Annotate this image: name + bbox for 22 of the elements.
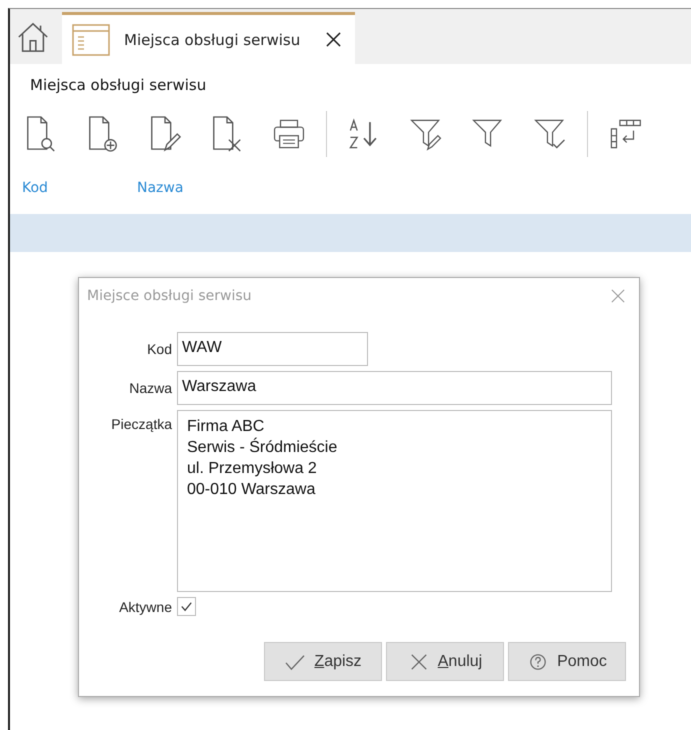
column-header[interactable]: Kod <box>22 180 48 196</box>
page-title: Miejsca obsługi serwisu <box>30 76 208 94</box>
tab[interactable]: Miejsca obsługi serwisu <box>62 12 356 64</box>
text-area[interactable]: Firma ABC Serwis - Śródmieście ul. Przemysłowa 2 00-010 Warszawa <box>177 410 612 592</box>
close-icon[interactable] <box>326 32 342 47</box>
field-label: Kod <box>146 341 172 357</box>
document-list-icon <box>72 24 110 56</box>
checkbox[interactable] <box>177 597 196 616</box>
document-edit-icon[interactable] <box>148 115 182 153</box>
home-icon[interactable] <box>16 20 50 54</box>
dialog-title: Miejsce obsługi serwisu <box>87 288 252 304</box>
text-field[interactable]: WAW <box>177 332 368 366</box>
check-icon <box>284 652 306 670</box>
column-header[interactable]: Nazwa <box>137 180 184 196</box>
field-label: Pieczątka <box>110 416 172 432</box>
button[interactable]: Pomoc <box>508 642 626 681</box>
button[interactable]: Zapisz <box>264 642 382 681</box>
text-field[interactable]: Warszawa <box>177 371 612 405</box>
field-label: Nazwa <box>128 380 172 396</box>
checkbox-label: Aktywne <box>118 598 172 614</box>
button[interactable]: Anuluj <box>386 642 504 681</box>
document-add-icon[interactable] <box>86 115 120 153</box>
